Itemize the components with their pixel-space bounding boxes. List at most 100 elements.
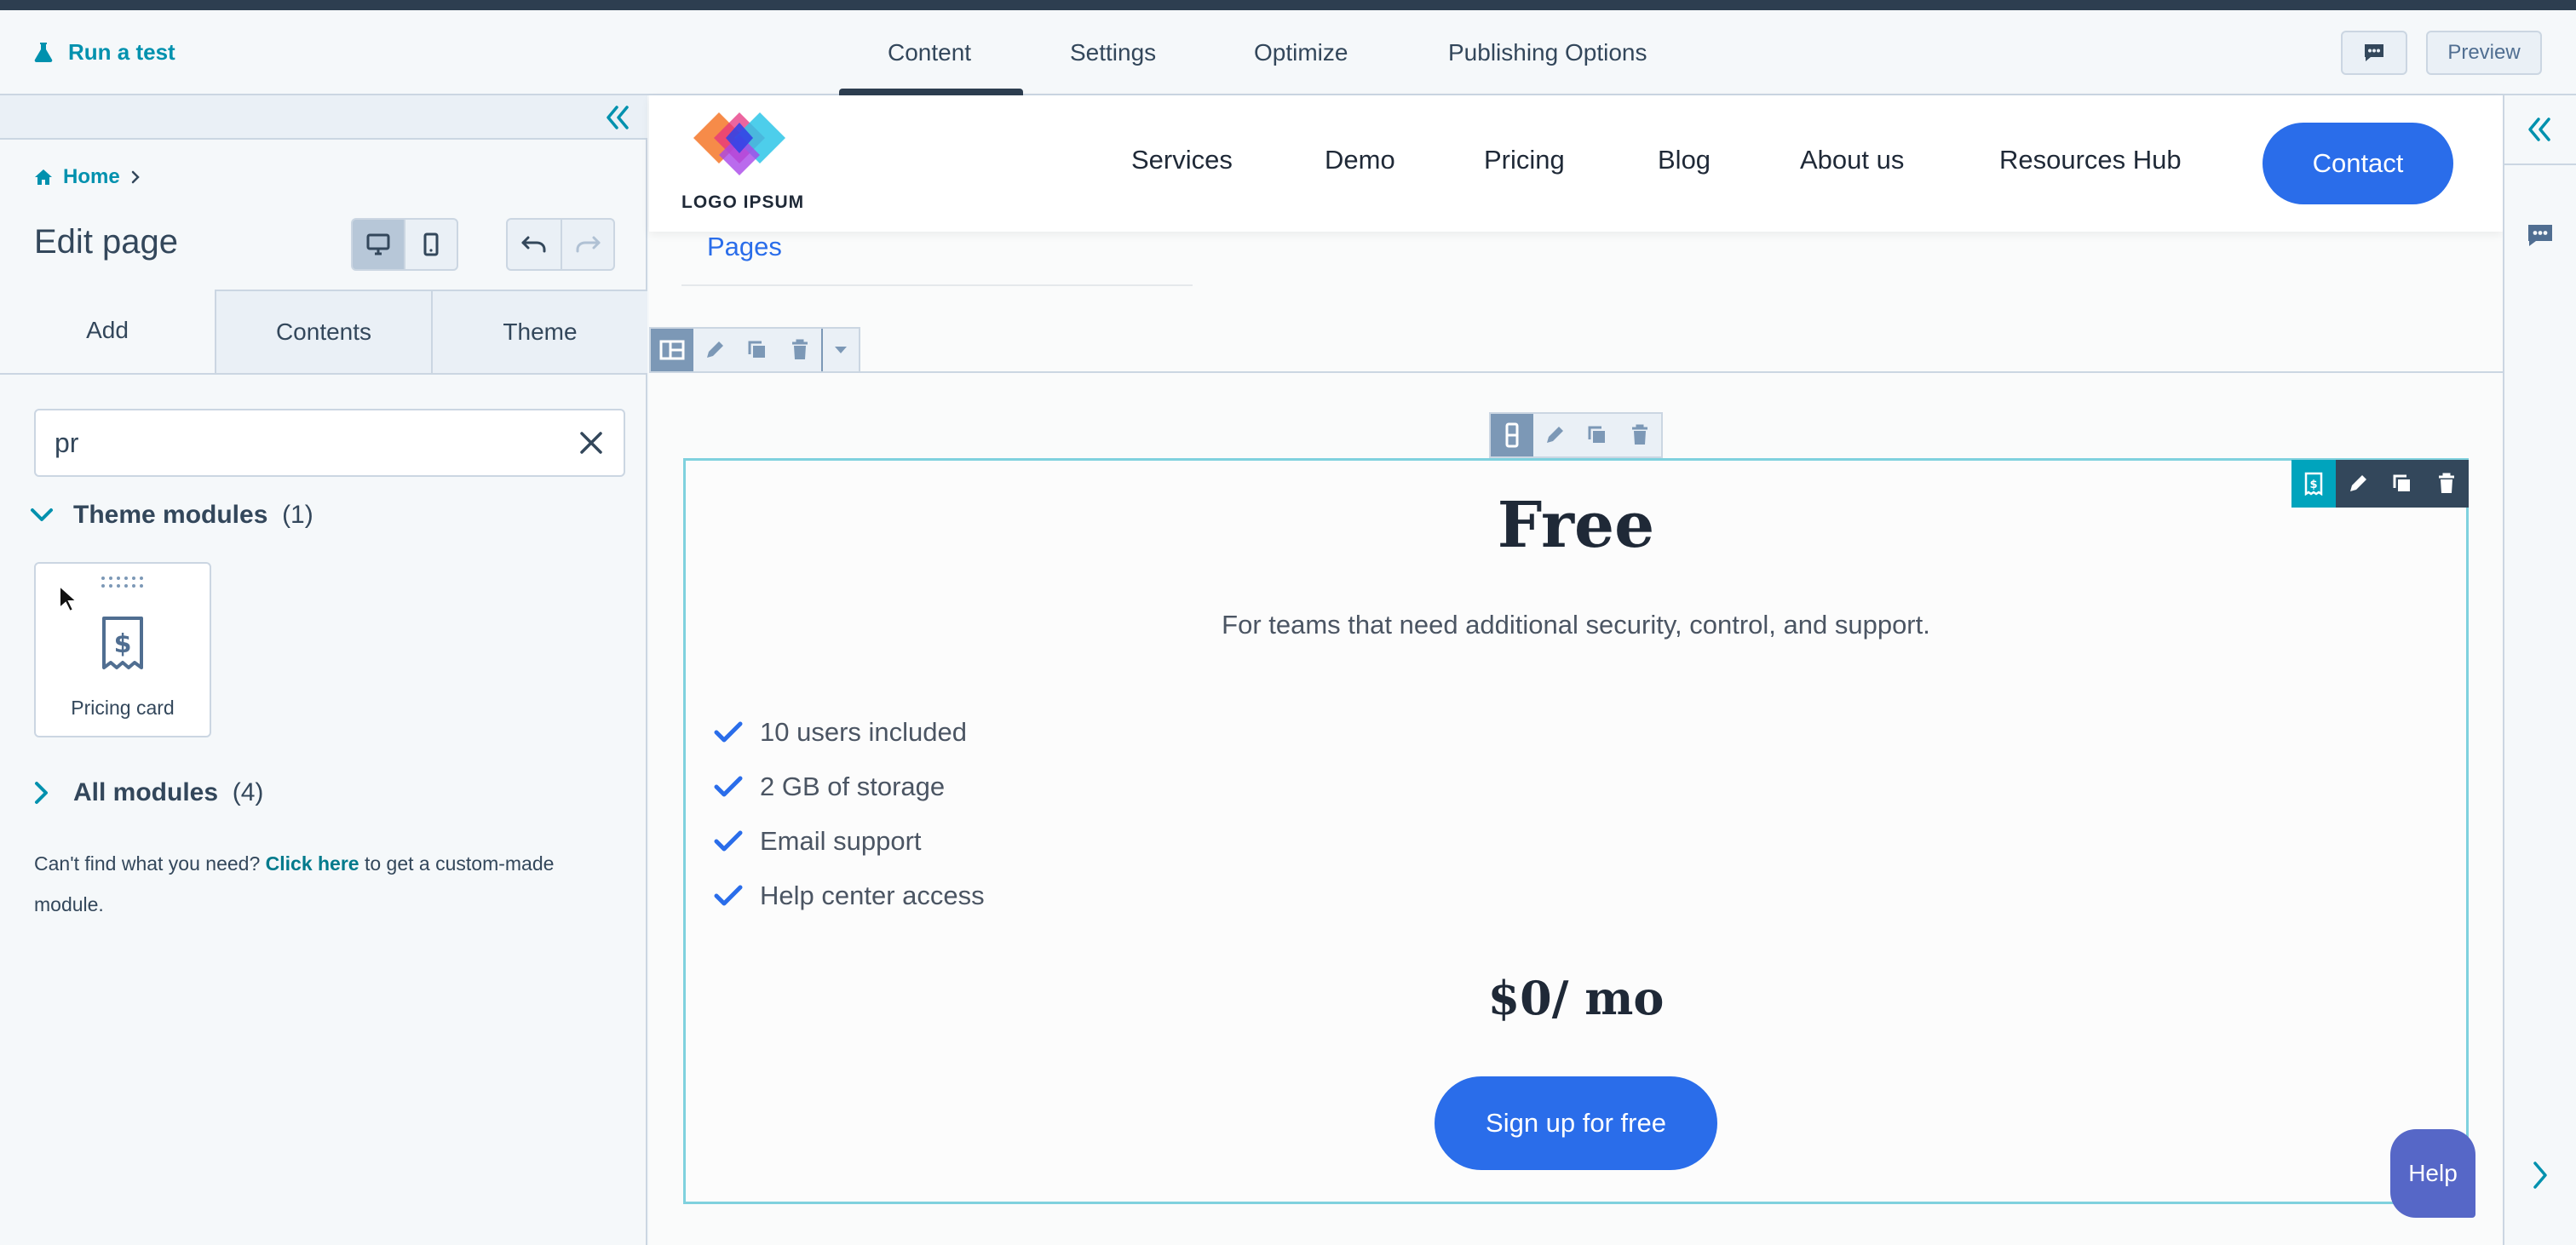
help-button[interactable]: Help (2390, 1129, 2475, 1218)
tab-add[interactable]: Add (0, 290, 215, 373)
contact-button[interactable]: Contact (2263, 123, 2453, 204)
mobile-icon (423, 232, 439, 256)
section-divider (649, 371, 2503, 373)
window-top-strip (0, 0, 2576, 10)
nav-about-us[interactable]: About us (1800, 145, 1904, 175)
run-test-button[interactable]: Run a test (34, 32, 175, 72)
module-card-label: Pricing card (71, 697, 175, 719)
tab-theme[interactable]: Theme (431, 290, 647, 373)
tab-content-label: Content (888, 39, 972, 66)
pages-divider (681, 284, 1193, 286)
module-search (34, 409, 625, 477)
feature-text: 10 users included (760, 717, 967, 747)
double-chevron-left-icon[interactable] (2503, 95, 2576, 165)
breadcrumb[interactable]: Home (34, 165, 141, 189)
feature-text: Email support (760, 826, 922, 856)
custom-module-help: Can't find what you need? Click here to … (34, 843, 613, 925)
pages-link[interactable]: Pages (707, 232, 782, 262)
nav-blog[interactable]: Blog (1658, 145, 1711, 175)
tab-publishing-options[interactable]: Publishing Options (1448, 10, 1647, 95)
tab-optimize-label: Optimize (1254, 39, 1348, 66)
tab-settings[interactable]: Settings (1070, 10, 1156, 95)
chat-icon (2363, 43, 2385, 63)
double-chevron-left-icon[interactable] (603, 104, 632, 131)
all-modules-toggle[interactable]: All modules (4) (29, 778, 263, 807)
chevron-right-icon[interactable] (2530, 1160, 2550, 1190)
logo-text: LOGO IPSUM (681, 192, 805, 212)
run-test-label: Run a test (68, 38, 175, 65)
mobile-view-button[interactable] (404, 218, 458, 271)
click-here-link[interactable]: Click here (266, 852, 359, 875)
desktop-view-button[interactable] (351, 218, 405, 271)
search-input[interactable] (55, 427, 578, 459)
chevron-right-icon (130, 169, 141, 185)
redo-button[interactable] (561, 218, 615, 271)
right-rail (2503, 95, 2576, 1245)
copy-icon[interactable] (736, 329, 779, 371)
drag-handle-icon[interactable] (101, 576, 148, 589)
desktop-icon (366, 233, 390, 255)
sidebar-tabs: Add Contents Theme (0, 290, 647, 375)
feature-text: 2 GB of storage (760, 772, 946, 801)
feature-item: Email support (714, 826, 922, 857)
breadcrumb-home[interactable]: Home (63, 165, 120, 189)
tab-content[interactable]: Content (888, 10, 971, 95)
column-icon[interactable] (1491, 414, 1533, 456)
copy-icon[interactable] (1576, 414, 1619, 456)
help-text-before: Can't find what you need? (34, 852, 261, 875)
check-icon (714, 720, 743, 744)
all-modules-count: (4) (232, 778, 264, 806)
check-icon (714, 775, 743, 799)
svg-text:$: $ (114, 629, 132, 659)
theme-modules-count: (1) (282, 501, 313, 529)
section-toolbar (649, 327, 860, 373)
nav-services[interactable]: Services (1131, 145, 1233, 175)
cursor-icon (58, 584, 78, 613)
page-title: Edit page (34, 223, 179, 261)
theme-modules-toggle[interactable]: Theme modules (1) (29, 501, 313, 530)
chevron-down-icon (29, 507, 55, 524)
sign-up-button[interactable]: Sign up for free (1435, 1076, 1717, 1170)
feature-item: Help center access (714, 881, 985, 911)
close-icon[interactable] (578, 429, 605, 456)
layout-icon[interactable] (651, 329, 693, 371)
tab-settings-label: Settings (1070, 39, 1157, 66)
preview-label: Preview (2447, 41, 2521, 64)
trash-icon[interactable] (1619, 414, 1661, 456)
comments-button[interactable] (2341, 31, 2407, 75)
redo-icon (574, 234, 601, 255)
tab-contents[interactable]: Contents (215, 290, 431, 373)
chevron-down-icon[interactable] (821, 329, 859, 371)
trash-icon[interactable] (779, 329, 821, 371)
theme-modules-label: Theme modules (73, 501, 268, 529)
nav-resources-hub[interactable]: Resources Hub (1999, 145, 2182, 175)
flask-icon (34, 42, 53, 62)
column-toolbar (1489, 412, 1663, 458)
home-icon (34, 169, 53, 186)
site-navigation (649, 95, 2503, 232)
undo-button[interactable] (506, 218, 562, 271)
plan-price: $0/ mo (1487, 971, 1665, 1025)
feature-item: 2 GB of storage (714, 772, 945, 802)
chat-icon[interactable] (2527, 223, 2554, 249)
receipt-dollar-icon: $ (99, 615, 147, 671)
tab-publishing-options-label: Publishing Options (1448, 39, 1647, 66)
active-tab-indicator (839, 89, 1023, 95)
pencil-icon[interactable] (1533, 414, 1576, 456)
check-icon (714, 884, 743, 908)
undo-icon (520, 234, 548, 255)
nav-demo[interactable]: Demo (1325, 145, 1395, 175)
chevron-right-icon (29, 780, 55, 806)
pencil-icon[interactable] (693, 329, 736, 371)
feature-text: Help center access (760, 881, 985, 910)
check-icon (714, 829, 743, 853)
tab-optimize[interactable]: Optimize (1254, 10, 1348, 95)
plan-description: For teams that need additional security,… (1222, 610, 1930, 640)
nav-pricing[interactable]: Pricing (1484, 145, 1565, 175)
logo-mark (688, 111, 794, 184)
preview-button[interactable]: Preview (2426, 31, 2542, 75)
all-modules-label: All modules (73, 778, 219, 806)
plan-name: Free (1497, 489, 1655, 562)
sidebar-collapse-bar (0, 95, 647, 140)
feature-item: 10 users included (714, 717, 967, 748)
